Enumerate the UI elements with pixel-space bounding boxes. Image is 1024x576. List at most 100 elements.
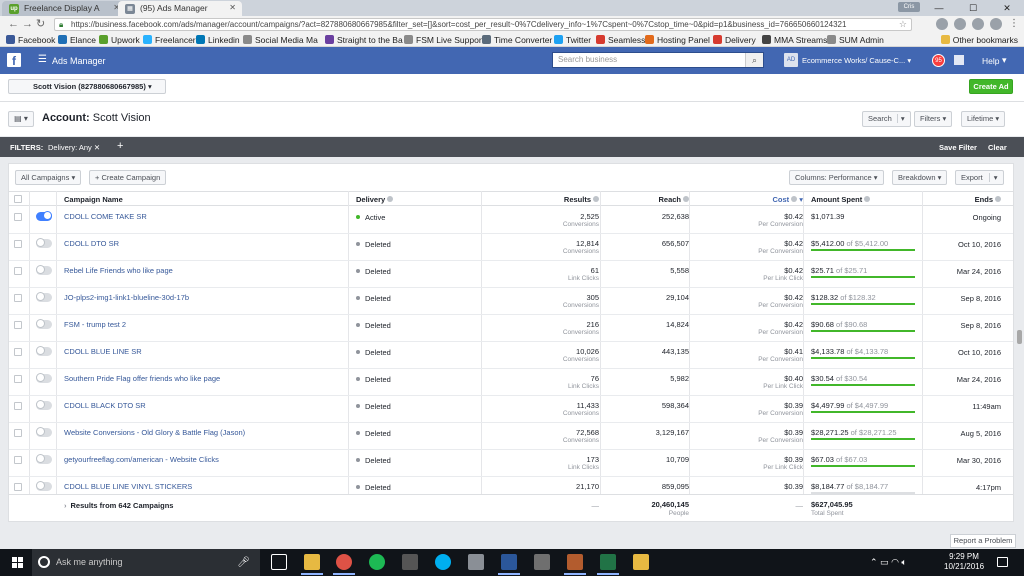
- windows-start-icon[interactable]: [12, 557, 24, 569]
- col-reach[interactable]: Reach: [658, 195, 689, 204]
- campaign-name-link[interactable]: Southern Pride Flag offer friends who li…: [64, 374, 220, 383]
- word-icon[interactable]: [498, 554, 520, 575]
- bookmark-delivery[interactable]: Delivery: [713, 35, 756, 45]
- campaign-name-link[interactable]: CDOLL BLUE LINE SR: [64, 347, 142, 356]
- export-button[interactable]: Export ▾: [955, 170, 1004, 185]
- close-window-icon[interactable]: ✕: [990, 0, 1024, 16]
- spotify-icon[interactable]: [369, 554, 385, 570]
- extension-icon[interactable]: [936, 18, 948, 30]
- cortana-search-input[interactable]: Ask me anything 🎤︎: [32, 549, 260, 576]
- bookmark-mma[interactable]: MMA Streams: [762, 35, 827, 45]
- remove-filter-icon[interactable]: ✕: [94, 143, 100, 152]
- all-campaigns-dropdown[interactable]: All Campaigns ▾: [15, 170, 82, 185]
- minimize-icon[interactable]: —: [922, 0, 956, 16]
- close-tab-icon[interactable]: ✕: [229, 3, 236, 12]
- col-cost[interactable]: Cost ▾: [772, 195, 803, 204]
- campaign-toggle[interactable]: [36, 238, 52, 248]
- row-checkbox[interactable]: [14, 267, 22, 275]
- account-selector[interactable]: Scott Vision (827880680667985) ▾: [8, 79, 166, 94]
- row-checkbox[interactable]: [14, 429, 22, 437]
- campaign-name-link[interactable]: Rebel Life Friends who like page: [64, 266, 173, 275]
- view-switcher-button[interactable]: ▤ ▾: [8, 111, 34, 127]
- chrome-user-chip[interactable]: Cris: [898, 2, 920, 12]
- row-checkbox[interactable]: [14, 294, 22, 302]
- search-icon[interactable]: ⌕: [745, 53, 763, 67]
- info-icon[interactable]: [387, 196, 394, 202]
- extension-icon[interactable]: [990, 18, 1002, 30]
- bookmark-seamless[interactable]: Seamless: [596, 35, 645, 45]
- search-button[interactable]: Search ▾: [862, 111, 911, 127]
- campaign-toggle[interactable]: [36, 319, 52, 329]
- filters-button[interactable]: Filters ▾: [914, 111, 953, 127]
- info-icon[interactable]: [791, 196, 798, 202]
- table-row[interactable]: CDOLL BLACK DTO SR Deleted 11,433 Conversio…: [9, 396, 1013, 423]
- bookmark-upwork[interactable]: Upwork: [99, 35, 140, 45]
- forward-icon[interactable]: →: [22, 18, 33, 30]
- extension-icon[interactable]: [954, 18, 966, 30]
- bookmark-social-media[interactable]: Social Media Ma: [243, 35, 318, 45]
- browser-tab-freelance[interactable]: up Freelance Display A ✕: [2, 1, 126, 16]
- date-range-button[interactable]: Lifetime ▾: [961, 111, 1006, 127]
- table-row[interactable]: Rebel Life Friends who like page Deleted 6…: [9, 261, 1013, 288]
- settings-menu-icon[interactable]: ▾: [1002, 55, 1007, 66]
- campaign-name-link[interactable]: CDOLL DTO SR: [64, 239, 119, 248]
- business-account-switcher[interactable]: AD Ecommerce Works/ Cause-C... ▾: [784, 53, 914, 68]
- col-delivery[interactable]: Delivery: [356, 195, 394, 204]
- add-filter-icon[interactable]: +: [117, 140, 123, 152]
- info-icon[interactable]: [864, 196, 871, 202]
- flag-icon[interactable]: [954, 55, 964, 65]
- folder-icon[interactable]: [633, 554, 649, 570]
- info-icon[interactable]: [593, 196, 599, 202]
- row-checkbox[interactable]: [14, 348, 22, 356]
- help-link[interactable]: Help: [982, 56, 999, 66]
- campaign-name-link[interactable]: JO-plps2-img1-link1-blueline-30d-17b: [64, 293, 189, 302]
- info-icon[interactable]: [995, 196, 1001, 202]
- notifications-badge[interactable]: 95: [932, 54, 945, 67]
- volume-icon[interactable]: 🔈︎: [901, 557, 906, 567]
- bookmark-other[interactable]: Other bookmarks: [940, 35, 1018, 45]
- campaign-toggle[interactable]: [36, 481, 52, 491]
- breakdown-dropdown[interactable]: Breakdown ▾: [892, 170, 948, 185]
- col-results[interactable]: Results: [564, 195, 599, 204]
- extension-icon[interactable]: [972, 18, 984, 30]
- table-row[interactable]: JO-plps2-img1-link1-blueline-30d-17b Dele…: [9, 288, 1013, 315]
- taskbar-clock[interactable]: 9:29 PM 10/21/2016: [944, 552, 984, 572]
- file-explorer-icon[interactable]: [301, 554, 323, 575]
- people-icon[interactable]: ⌃: [870, 557, 880, 567]
- bookmark-straight[interactable]: Straight to the Ba: [325, 35, 403, 45]
- campaign-name-link[interactable]: FSM - trump test 2: [64, 320, 126, 329]
- row-checkbox[interactable]: [14, 402, 22, 410]
- action-center-icon[interactable]: [997, 557, 1008, 567]
- excel-icon[interactable]: [597, 554, 619, 575]
- app-icon[interactable]: [564, 554, 586, 575]
- campaign-toggle[interactable]: [36, 454, 52, 464]
- bookmark-elance[interactable]: Elance: [58, 35, 96, 45]
- create-campaign-button[interactable]: + Create Campaign: [89, 170, 167, 185]
- app-icon[interactable]: [534, 554, 550, 570]
- campaign-toggle[interactable]: [36, 346, 52, 356]
- row-checkbox[interactable]: [14, 321, 22, 329]
- menu-icon[interactable]: ☰: [38, 54, 47, 65]
- row-checkbox[interactable]: [14, 456, 22, 464]
- col-amount-spent[interactable]: Amount Spent: [811, 195, 871, 204]
- battery-icon[interactable]: ▭: [880, 557, 891, 567]
- campaign-toggle[interactable]: [36, 427, 52, 437]
- page-scrollbar[interactable]: [1017, 330, 1022, 344]
- bookmark-hosting-panel[interactable]: Hosting Panel: [645, 35, 710, 45]
- microphone-icon[interactable]: 🎤︎: [237, 549, 250, 576]
- select-all-checkbox[interactable]: [14, 195, 22, 203]
- campaign-name-link[interactable]: CDOLL COME TAKE SR: [64, 212, 147, 221]
- campaign-name-link[interactable]: CDOLL BLUE LINE VINYL STICKERS: [64, 482, 192, 491]
- save-filter-button[interactable]: Save Filter: [939, 143, 977, 152]
- campaign-name-link[interactable]: CDOLL BLACK DTO SR: [64, 401, 146, 410]
- col-ends[interactable]: Ends: [975, 195, 1001, 204]
- bookmark-star-icon[interactable]: ☆: [899, 19, 907, 30]
- create-ad-button[interactable]: Create Ad: [969, 79, 1013, 94]
- table-row[interactable]: CDOLL COME TAKE SR Active 2,525 Conversions…: [9, 207, 1013, 234]
- back-icon[interactable]: ←: [8, 18, 19, 30]
- chrome-menu-icon[interactable]: ⋮: [1008, 18, 1020, 30]
- table-row[interactable]: CDOLL BLUE LINE SR Deleted 10,026 Conversio…: [9, 342, 1013, 369]
- campaign-name-link[interactable]: getyourfreeflag.com/american - Website C…: [64, 455, 219, 464]
- col-campaign-name[interactable]: Campaign Name: [64, 195, 123, 204]
- reload-icon[interactable]: ↻: [36, 18, 45, 30]
